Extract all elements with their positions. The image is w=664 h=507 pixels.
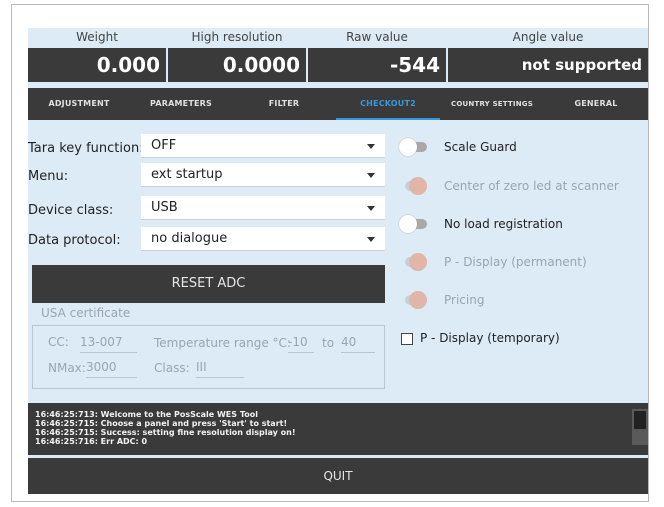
usa-certificate-group: CC: 13-007 Temperature range °C: -10 to …	[32, 325, 385, 389]
center-of-zero-label: Center of zero led at scanner	[444, 179, 619, 193]
data-protocol-label: Data protocol:	[28, 233, 121, 248]
high-resolution-display: 0.0000	[168, 48, 306, 82]
class-label: Class:	[154, 361, 190, 375]
chevron-down-icon	[367, 144, 375, 149]
high-resolution-label: High resolution	[191, 30, 283, 44]
readout-labels: Weight High resolution Raw value Angle v…	[28, 28, 648, 48]
p-display-permanent-toggle	[399, 253, 427, 271]
nmax-label: NMax:	[48, 361, 86, 375]
device-class-label: Device class:	[28, 203, 114, 218]
class-field[interactable]: III	[196, 360, 244, 378]
scale-tool-window: Weight High resolution Raw value Angle v…	[28, 28, 648, 494]
weight-label: Weight	[76, 30, 118, 44]
reset-adc-button[interactable]: RESET ADC	[32, 265, 385, 303]
angle-value-label: Angle value	[512, 30, 584, 44]
scale-guard-toggle[interactable]	[399, 138, 427, 156]
weight-display: 0.000	[28, 48, 166, 82]
raw-value-label: Raw value	[346, 30, 408, 44]
pricing-label: Pricing	[444, 293, 485, 307]
p-display-temporary-checkbox[interactable]	[401, 333, 413, 345]
log-line: 16:46:25:713: Welcome to the PosScale WE…	[35, 410, 258, 419]
tab-general[interactable]: GENERAL	[544, 88, 648, 120]
temperature-from-field[interactable]: -10	[288, 335, 314, 353]
usa-certificate-title: USA certificate	[41, 306, 131, 320]
no-load-registration-toggle[interactable]	[399, 215, 427, 233]
menu-value: ext startup	[151, 167, 223, 182]
data-protocol-value: no dialogue	[151, 231, 228, 246]
log-line: 16:46:25:715: Choose a panel and press '…	[35, 419, 288, 428]
scale-guard-label: Scale Guard	[444, 140, 517, 154]
nmax-field[interactable]: 3000	[86, 360, 137, 378]
log-line: 16:46:25:716: Err ADC: 0	[35, 437, 148, 446]
tab-country-settings[interactable]: COUNTRY SETTINGS	[440, 88, 544, 120]
cc-label: CC:	[48, 335, 69, 349]
tab-bar: ADJUSTMENT PARAMETERS FILTER CHECKOUT2 C…	[28, 88, 648, 120]
tab-parameters[interactable]: PARAMETERS	[130, 88, 232, 120]
tara-key-select[interactable]: OFF	[141, 134, 385, 158]
temperature-range-label: Temperature range °C:	[154, 336, 291, 350]
p-display-permanent-label: P - Display (permanent)	[444, 255, 587, 269]
device-class-select[interactable]: USB	[141, 196, 385, 220]
tara-key-value: OFF	[151, 138, 177, 153]
menu-select[interactable]: ext startup	[141, 163, 385, 187]
tab-filter[interactable]: FILTER	[232, 88, 336, 120]
angle-value-display: not supported	[448, 48, 648, 82]
temperature-to-field[interactable]: 40	[341, 335, 375, 353]
log-line: 16:46:25:715: Success: setting fine reso…	[35, 428, 296, 437]
chevron-down-icon	[367, 237, 375, 242]
device-class-value: USB	[151, 200, 178, 215]
temperature-to-label: to	[322, 336, 335, 350]
tab-checkout2[interactable]: CHECKOUT2	[336, 88, 440, 120]
no-load-registration-label: No load registration	[444, 217, 563, 231]
tara-key-label: Tara key function:	[28, 141, 144, 156]
log-scrollbar-thumb[interactable]	[634, 411, 646, 429]
cc-field[interactable]: 13-007	[80, 335, 137, 353]
log-panel: 16:46:25:713: Welcome to the PosScale WE…	[28, 403, 648, 455]
pricing-toggle	[399, 291, 427, 309]
p-display-temporary-label: P - Display (temporary)	[420, 331, 560, 345]
chevron-down-icon	[367, 206, 375, 211]
center-of-zero-toggle	[399, 177, 427, 195]
quit-button[interactable]: QUIT	[28, 458, 648, 494]
chevron-down-icon	[367, 173, 375, 178]
data-protocol-select[interactable]: no dialogue	[141, 227, 385, 251]
raw-value-display: -544	[308, 48, 446, 82]
log-scrollbar[interactable]	[632, 409, 648, 445]
tab-adjustment[interactable]: ADJUSTMENT	[28, 88, 130, 120]
menu-label: Menu:	[28, 169, 69, 184]
